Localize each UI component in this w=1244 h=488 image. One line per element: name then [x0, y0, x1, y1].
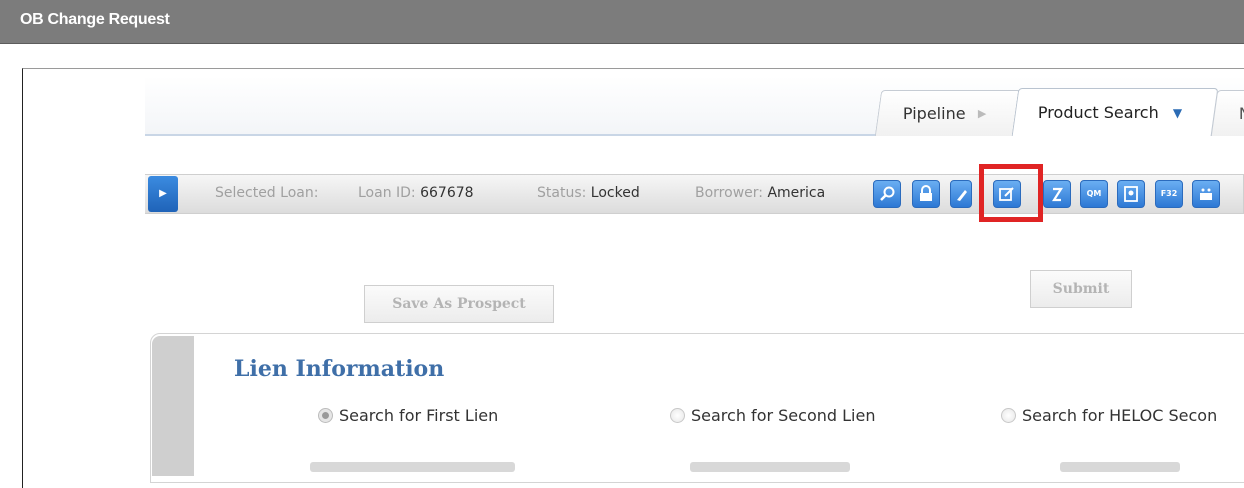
radio-second-lien[interactable]: Search for Second Lien: [670, 406, 875, 425]
title-bar: OB Change Request: [0, 0, 1244, 44]
caret-down-icon[interactable]: ▼: [1173, 106, 1182, 120]
radio-button[interactable]: [670, 408, 685, 423]
loan-id-value: 667678: [420, 185, 474, 201]
qm-icon[interactable]: QM: [1080, 180, 1108, 208]
chevron-right-icon: ▶: [977, 107, 987, 120]
expand-toggle-button[interactable]: ▶: [148, 176, 178, 212]
f32-icon[interactable]: F32: [1155, 180, 1183, 208]
save-as-prospect-button[interactable]: Save As Prospect: [364, 285, 554, 323]
window-title: OB Change Request: [20, 11, 170, 28]
loan-id-field: Loan ID: 667678: [358, 185, 474, 201]
status-field: Status: Locked: [537, 185, 640, 201]
radio-button[interactable]: [318, 408, 333, 423]
radio-heloc-second-label: Search for HELOC Secon: [1022, 406, 1218, 425]
tab-next-label: N: [1238, 104, 1244, 123]
tab-product-search-label: Product Search: [1037, 103, 1159, 122]
selected-loan-label: Selected Loan:: [215, 185, 319, 201]
radio-first-lien-label: Search for First Lien: [339, 406, 499, 425]
status-value: Locked: [590, 185, 640, 201]
tab-next[interactable]: N: [1210, 90, 1244, 136]
borrower-field: Borrower: America: [695, 185, 825, 201]
radio-second-lien-label: Search for Second Lien: [691, 406, 876, 425]
loan-id-label: Loan ID:: [358, 185, 416, 201]
radio-first-lien[interactable]: Search for First Lien: [318, 406, 498, 425]
radio-button[interactable]: [1001, 408, 1016, 423]
lien-information-title: Lien Information: [234, 356, 445, 382]
radio-heloc-second[interactable]: Search for HELOC Secon: [1001, 406, 1217, 425]
eraser-icon[interactable]: [950, 180, 972, 208]
status-label: Status:: [537, 185, 587, 201]
tab-pipeline-label: Pipeline: [902, 104, 966, 123]
qm-icon-text: QM: [1086, 189, 1102, 198]
calculator-icon[interactable]: [1043, 180, 1071, 208]
f32-icon-text: F32: [1160, 189, 1178, 198]
highlight-box: [979, 164, 1043, 222]
tab-pipeline[interactable]: Pipeline ▶: [874, 90, 1022, 136]
tab-product-search[interactable]: Product Search ▼: [1011, 88, 1219, 136]
borrower-value: America: [767, 185, 826, 201]
lien-panel-sidebar: [152, 336, 194, 476]
search-icon[interactable]: [873, 180, 901, 208]
document-icon[interactable]: [1117, 180, 1145, 208]
borrower-label: Borrower:: [695, 185, 763, 201]
submit-button[interactable]: Submit: [1030, 270, 1132, 308]
cake-icon[interactable]: [1192, 180, 1220, 208]
lock-icon[interactable]: [912, 180, 940, 208]
